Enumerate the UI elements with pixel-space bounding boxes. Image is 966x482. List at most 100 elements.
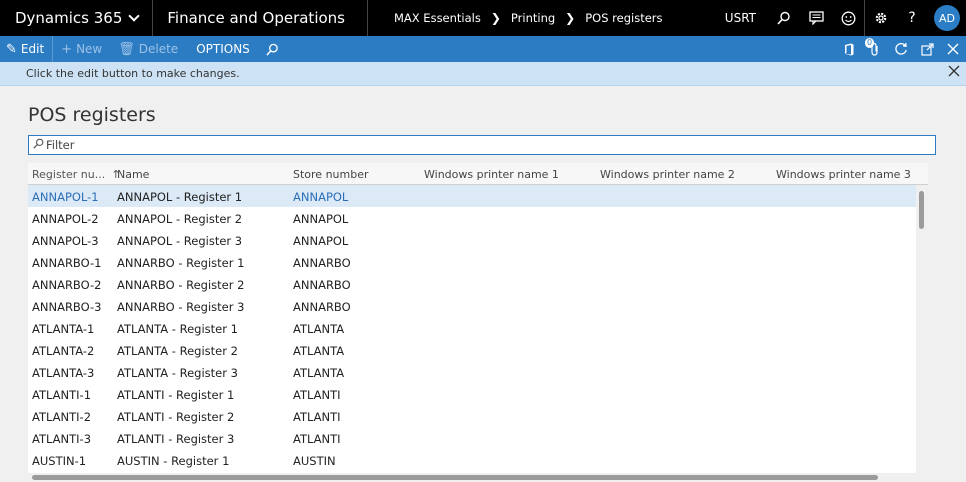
- cell-register-number[interactable]: ANNARBO-3: [32, 300, 101, 314]
- cell-register-number[interactable]: ANNARBO-1: [32, 256, 101, 270]
- column-header-register-number[interactable]: Register nu... ↑: [32, 168, 120, 181]
- cell-store-number[interactable]: ATLANTA: [293, 322, 344, 336]
- page-title: POS registers: [28, 104, 156, 126]
- gear-icon[interactable]: [864, 0, 896, 36]
- cell-store-number[interactable]: ATLANTI: [293, 432, 341, 446]
- cell-register-number[interactable]: AUSTIN-1: [32, 454, 86, 468]
- cell-name[interactable]: ANNARBO - Register 1: [117, 256, 244, 270]
- cell-register-number[interactable]: ATLANTA-2: [32, 344, 94, 358]
- attachments-icon[interactable]: 0: [862, 36, 888, 62]
- plus-icon: +: [61, 41, 73, 57]
- cell-store-number[interactable]: AUSTIN: [293, 454, 336, 468]
- table-row[interactable]: ANNAPOL-3 ANNAPOL - Register 3 ANNAPOL: [28, 229, 916, 251]
- cell-name[interactable]: ANNARBO - Register 2: [117, 278, 244, 292]
- table-row[interactable]: ATLANTI-2 ATLANTI - Register 2 ATLANTI: [28, 405, 916, 427]
- table-row[interactable]: ANNARBO-2 ANNARBO - Register 2 ANNARBO: [28, 273, 916, 295]
- chevron-right-icon: ❯: [565, 11, 576, 25]
- cell-store-number[interactable]: ATLANTI: [293, 388, 341, 402]
- cell-store-number[interactable]: ANNAPOL: [293, 234, 348, 248]
- pencil-icon: ✎: [6, 41, 17, 57]
- cell-register-number[interactable]: ATLANTI-2: [32, 410, 91, 424]
- cell-name[interactable]: ATLANTI - Register 3: [117, 432, 234, 446]
- table-row[interactable]: ANNAPOL-1 ANNAPOL - Register 1 ANNAPOL: [28, 185, 916, 207]
- delete-label: Delete: [138, 42, 179, 56]
- column-header-printer-2[interactable]: Windows printer name 2: [600, 168, 735, 181]
- registers-grid: Register nu... ↑ Name Store number Window…: [28, 163, 928, 482]
- table-row[interactable]: ATLANTI-3 ATLANTI - Register 3 ATLANTI: [28, 427, 916, 449]
- cell-name[interactable]: ATLANTA - Register 3: [117, 366, 238, 380]
- column-header-printer-1[interactable]: Windows printer name 1: [424, 168, 559, 181]
- app-switcher[interactable]: Dynamics 365: [0, 0, 154, 36]
- message-text: Click the edit button to make changes.: [26, 67, 240, 80]
- message-icon[interactable]: [800, 0, 832, 36]
- cell-register-number[interactable]: ATLANTA-3: [32, 366, 94, 380]
- cell-store-number[interactable]: ANNARBO: [293, 300, 351, 314]
- cell-store-number[interactable]: ANNAPOL: [293, 190, 348, 204]
- table-row[interactable]: ATLANTA-2 ATLANTA - Register 2 ATLANTA: [28, 339, 916, 361]
- search-icon[interactable]: [768, 0, 800, 36]
- company-picker[interactable]: USRT: [713, 11, 768, 25]
- cell-store-number[interactable]: ANNAPOL: [293, 212, 348, 226]
- cell-name[interactable]: ANNAPOL - Register 3: [117, 234, 242, 248]
- cell-name[interactable]: AUSTIN - Register 1: [117, 454, 229, 468]
- delete-button[interactable]: 🗑 Delete: [110, 36, 186, 62]
- column-header-store-number[interactable]: Store number: [293, 168, 369, 181]
- filter-box[interactable]: [28, 135, 936, 155]
- scrollbar-thumb[interactable]: [919, 191, 924, 229]
- search-icon[interactable]: [258, 36, 287, 62]
- cell-name[interactable]: ANNAPOL - Register 1: [117, 190, 242, 204]
- cell-name[interactable]: ANNARBO - Register 3: [117, 300, 244, 314]
- feedback-smiley-icon[interactable]: [832, 0, 864, 36]
- cell-register-number[interactable]: ANNAPOL-3: [32, 234, 99, 248]
- cell-register-number[interactable]: ATLANTI-1: [32, 388, 91, 402]
- close-icon[interactable]: [948, 65, 960, 81]
- cell-store-number[interactable]: ATLANTA: [293, 344, 344, 358]
- avatar[interactable]: AD: [934, 5, 960, 31]
- table-row[interactable]: ANNAPOL-2 ANNAPOL - Register 2 ANNAPOL: [28, 207, 916, 229]
- vertical-scrollbar[interactable]: [916, 185, 928, 473]
- cell-store-number[interactable]: ANNARBO: [293, 256, 351, 270]
- cell-register-number[interactable]: ATLANTA-1: [32, 322, 94, 336]
- cell-name[interactable]: ATLANTA - Register 1: [117, 322, 238, 336]
- app-name: Dynamics 365: [15, 9, 123, 27]
- cell-name[interactable]: ATLANTI - Register 2: [117, 410, 234, 424]
- horizontal-scrollbar[interactable]: [28, 473, 928, 482]
- column-header-name[interactable]: Name: [117, 168, 149, 181]
- search-icon: [33, 138, 44, 152]
- table-row[interactable]: ATLANTA-1 ATLANTA - Register 1 ATLANTA: [28, 317, 916, 339]
- open-new-window-icon[interactable]: [914, 36, 940, 62]
- scrollbar-thumb[interactable]: [32, 475, 878, 480]
- message-bar: Click the edit button to make changes.: [0, 62, 966, 86]
- breadcrumb-item[interactable]: Printing: [511, 11, 555, 25]
- cell-name[interactable]: ANNAPOL - Register 2: [117, 212, 242, 226]
- breadcrumb-item[interactable]: POS registers: [585, 11, 662, 25]
- cell-register-number[interactable]: ANNAPOL-2: [32, 212, 99, 226]
- help-icon[interactable]: ?: [896, 0, 928, 36]
- new-button[interactable]: + New: [52, 36, 110, 62]
- cell-name[interactable]: ATLANTA - Register 2: [117, 344, 238, 358]
- table-row[interactable]: ANNARBO-1 ANNARBO - Register 1 ANNARBO: [28, 251, 916, 273]
- column-header-printer-3[interactable]: Windows printer name 3: [776, 168, 911, 181]
- new-label: New: [76, 42, 103, 56]
- cell-store-number[interactable]: ANNARBO: [293, 278, 351, 292]
- chevron-down-icon: [128, 10, 141, 22]
- module-name[interactable]: Finance and Operations: [153, 0, 368, 36]
- top-nav-bar: Dynamics 365 Finance and Operations MAX …: [0, 0, 966, 36]
- cell-register-number[interactable]: ANNARBO-2: [32, 278, 101, 292]
- cell-register-number[interactable]: ANNAPOL-1: [32, 190, 99, 204]
- cell-register-number[interactable]: ATLANTI-3: [32, 432, 91, 446]
- close-icon[interactable]: [940, 36, 966, 62]
- filter-input[interactable]: [46, 138, 906, 152]
- edit-button[interactable]: ✎ Edit: [0, 36, 52, 62]
- table-row[interactable]: ATLANTA-3 ATLANTA - Register 3 ATLANTA: [28, 361, 916, 383]
- options-tab[interactable]: OPTIONS: [186, 36, 258, 62]
- cell-store-number[interactable]: ATLANTA: [293, 366, 344, 380]
- cell-name[interactable]: ATLANTI - Register 1: [117, 388, 234, 402]
- table-row[interactable]: ANNARBO-3 ANNARBO - Register 3 ANNARBO: [28, 295, 916, 317]
- table-row[interactable]: ATLANTI-1 ATLANTI - Register 1 ATLANTI: [28, 383, 916, 405]
- refresh-icon[interactable]: [888, 36, 914, 62]
- cell-store-number[interactable]: ATLANTI: [293, 410, 341, 424]
- office-icon[interactable]: [836, 36, 862, 62]
- table-row[interactable]: AUSTIN-1 AUSTIN - Register 1 AUSTIN: [28, 449, 916, 471]
- breadcrumb-item[interactable]: MAX Essentials: [394, 11, 481, 25]
